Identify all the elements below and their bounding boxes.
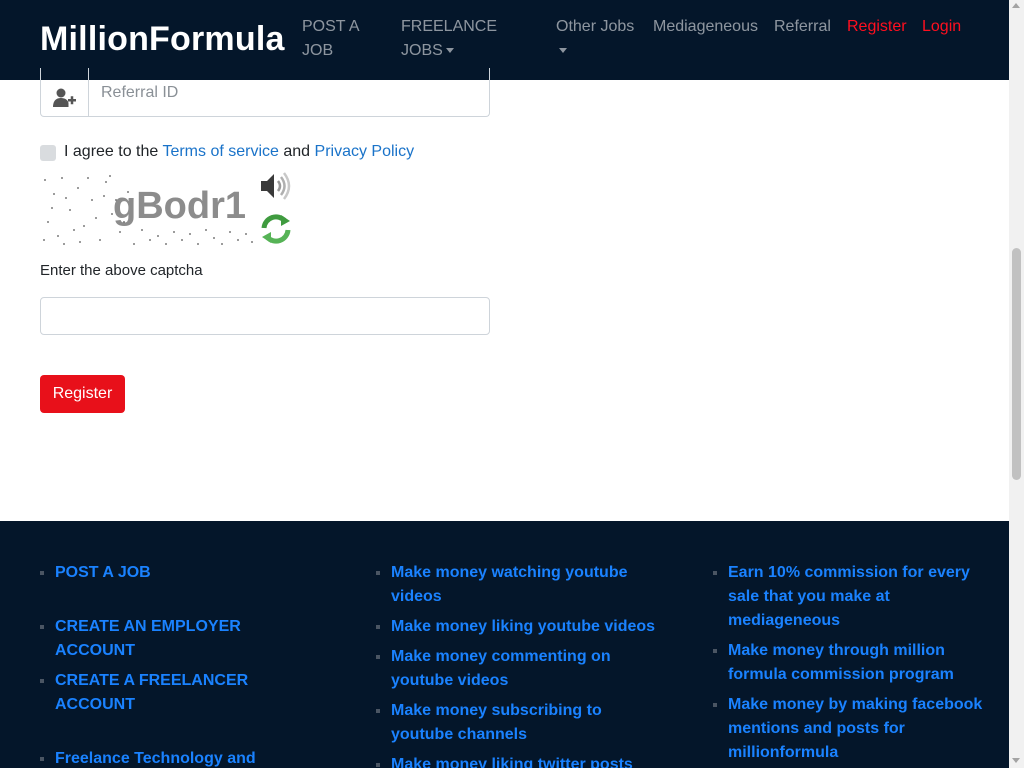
nav-freelance-jobs[interactable]: FREELANCE JOBS: [401, 15, 497, 63]
captcha-input[interactable]: [40, 297, 490, 335]
footer-link[interactable]: Make money through million formula commi…: [713, 639, 993, 687]
footer-link[interactable]: Make money subscribing to youtube channe…: [376, 699, 666, 747]
referral-input-group: Referral ID: [40, 68, 490, 117]
footer-link-freelance-technology[interactable]: Freelance Technology and: [40, 747, 300, 768]
footer-link[interactable]: Earn 10% commission for every sale that …: [713, 561, 993, 633]
brand-logo[interactable]: MillionFormula: [40, 20, 285, 59]
footer-column-1: POST A JOB CREATE AN EMPLOYER ACCOUNT CR…: [40, 561, 300, 768]
nav-post-a-job[interactable]: POST A JOB: [302, 15, 360, 63]
footer-link-post-a-job[interactable]: POST A JOB: [40, 561, 300, 585]
scroll-up-icon[interactable]: [1012, 3, 1020, 8]
footer-link[interactable]: Make money watching youtube videos: [376, 561, 666, 609]
footer-column-3: Earn 10% commission for every sale that …: [713, 561, 993, 768]
captcha-image: gBodr1: [40, 170, 255, 248]
footer-column-2: Make money watching youtube videos Make …: [376, 561, 666, 768]
refresh-icon[interactable]: [259, 212, 293, 246]
footer: POST A JOB CREATE AN EMPLOYER ACCOUNT CR…: [0, 521, 1009, 768]
scroll-down-icon[interactable]: [1012, 758, 1020, 763]
footer-link-employer-account[interactable]: CREATE AN EMPLOYER ACCOUNT: [40, 615, 300, 663]
captcha-text: gBodr1: [113, 185, 246, 227]
footer-link[interactable]: Make money liking youtube videos: [376, 615, 666, 639]
nav-login[interactable]: Login: [922, 15, 961, 39]
speaker-icon[interactable]: [259, 171, 293, 201]
register-button[interactable]: Register: [40, 375, 125, 413]
terms-of-service-link[interactable]: Terms of service: [162, 143, 278, 160]
footer-link[interactable]: Make money by making facebook mentions a…: [713, 693, 993, 765]
chevron-down-icon: [559, 48, 567, 54]
footer-link[interactable]: Make money commenting on youtube videos: [376, 645, 666, 693]
agree-checkbox[interactable]: [40, 145, 56, 161]
privacy-policy-link[interactable]: Privacy Policy: [315, 143, 415, 160]
scrollbar-thumb[interactable]: [1012, 248, 1021, 480]
nav-register[interactable]: Register: [847, 15, 907, 39]
nav-mediageneous[interactable]: Mediageneous: [653, 15, 758, 39]
referral-id-input[interactable]: Referral ID: [89, 68, 489, 116]
nav-referral[interactable]: Referral: [774, 15, 831, 39]
nav-other-jobs[interactable]: Other Jobs: [556, 15, 634, 63]
footer-link[interactable]: Make money liking twitter posts: [376, 753, 666, 768]
user-plus-icon: [41, 68, 89, 116]
captcha-label: Enter the above captcha: [40, 262, 203, 279]
agree-text: I agree to the Terms of service and Priv…: [64, 143, 415, 160]
chevron-down-icon: [445, 48, 454, 54]
footer-link-freelancer-account[interactable]: CREATE A FREELANCER ACCOUNT: [40, 669, 300, 717]
